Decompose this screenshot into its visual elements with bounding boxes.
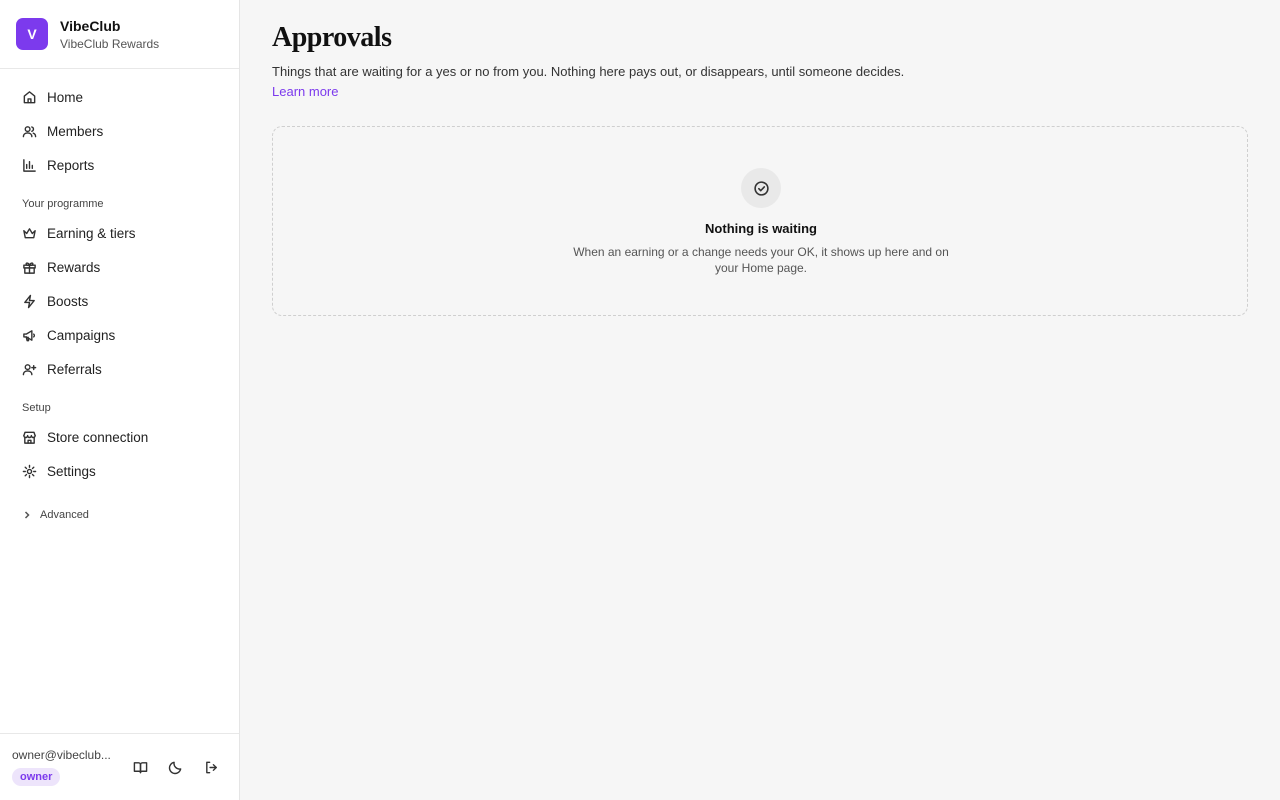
sidebar-item-earning-tiers[interactable]: Earning & tiers	[10, 218, 228, 248]
sidebar-item-reports[interactable]: Reports	[10, 150, 228, 180]
brand-header[interactable]: V VibeClub VibeClub Rewards	[0, 0, 239, 69]
gear-icon	[22, 464, 37, 479]
learn-more-link[interactable]: Learn more	[272, 84, 338, 99]
sidebar-item-label: Earning & tiers	[47, 225, 136, 241]
page-title: Approvals	[272, 22, 392, 53]
gift-icon	[22, 260, 37, 275]
advanced-label: Advanced	[40, 509, 89, 521]
nav-section-setup: Setup	[22, 402, 51, 414]
role-badge: owner	[12, 768, 61, 786]
users-icon	[22, 124, 37, 139]
sidebar-item-label: Settings	[47, 463, 96, 479]
sidebar-item-campaigns[interactable]: Campaigns	[10, 320, 228, 350]
home-icon	[22, 90, 37, 105]
sidebar-item-label: Home	[47, 89, 84, 105]
chevron-right-icon	[24, 511, 30, 519]
sidebar-item-label: Boosts	[47, 293, 89, 309]
sidebar-item-boosts[interactable]: Boosts	[10, 286, 228, 316]
empty-state-title: Nothing is waiting	[705, 221, 817, 236]
sidebar-item-store-connection[interactable]: Store connection	[10, 422, 228, 452]
sidebar-item-home[interactable]: Home	[10, 82, 228, 112]
page-description: Things that are waiting for a yes or no …	[272, 64, 905, 79]
sidebar-item-referrals[interactable]: Referrals	[10, 354, 228, 384]
megaphone-icon	[22, 328, 37, 343]
sidebar-item-rewards[interactable]: Rewards	[10, 252, 228, 282]
sidebar-item-settings[interactable]: Settings	[10, 456, 228, 486]
empty-state-card: Nothing is waiting When an earning or a …	[272, 126, 1248, 316]
bolt-icon	[22, 294, 37, 309]
sidebar-footer: owner@vibeclub... owner	[0, 733, 239, 800]
sidebar-item-members[interactable]: Members	[10, 116, 228, 146]
book-icon[interactable]	[131, 758, 149, 776]
empty-state-text: When an earning or a change needs your O…	[573, 245, 949, 275]
store-icon	[22, 430, 37, 445]
bar-chart-icon	[22, 158, 37, 173]
sidebar-item-label: Members	[47, 123, 104, 139]
moon-icon[interactable]	[166, 758, 184, 776]
advanced-toggle[interactable]: Advanced	[22, 506, 89, 524]
brand-subtitle: VibeClub Rewards	[60, 36, 160, 51]
user-email: owner@vibeclub...	[12, 748, 111, 762]
sidebar-item-label: Reports	[47, 157, 95, 173]
check-circle-icon	[741, 168, 781, 208]
sidebar-item-label: Campaigns	[47, 327, 116, 343]
logout-icon[interactable]	[202, 758, 220, 776]
user-plus-icon	[22, 362, 37, 377]
crown-icon	[22, 226, 37, 241]
brand-logo: V	[16, 18, 48, 50]
brand-name: VibeClub	[60, 17, 121, 34]
sidebar-item-label: Referrals	[47, 361, 102, 377]
sidebar-item-label: Rewards	[47, 259, 101, 275]
nav-section-programme: Your programme	[22, 198, 104, 210]
sidebar-item-label: Store connection	[47, 429, 149, 445]
sidebar: V VibeClub VibeClub Rewards Home Members…	[0, 0, 240, 800]
